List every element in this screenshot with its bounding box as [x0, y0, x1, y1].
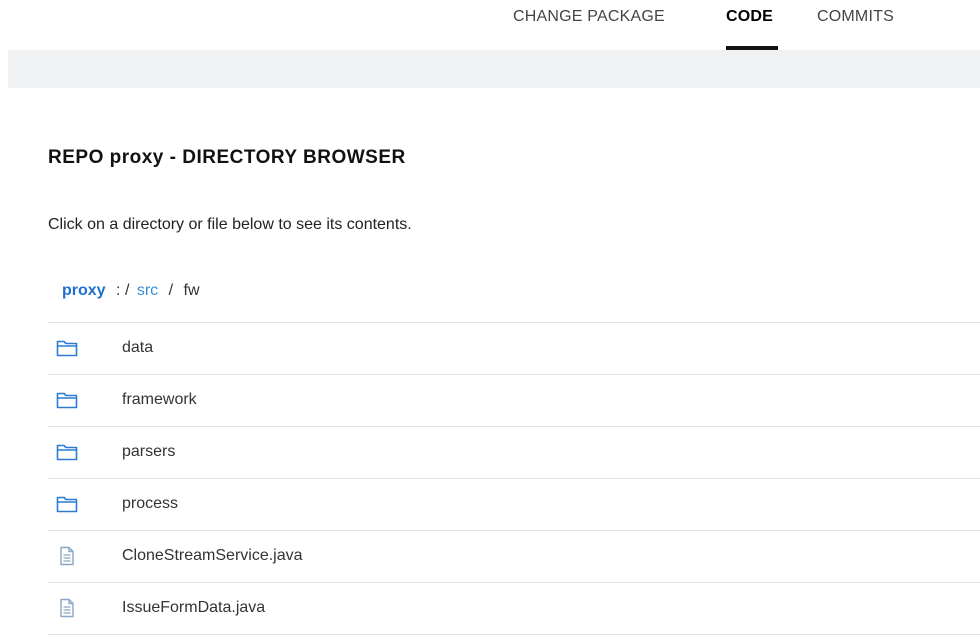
entry-name: process — [122, 495, 179, 512]
list-item-folder[interactable]: data — [48, 323, 980, 375]
instructions-text: Click on a directory or file below to se… — [48, 216, 412, 233]
entry-name: data — [122, 339, 154, 356]
breadcrumb-current-fw: fw — [183, 282, 200, 299]
tab-code[interactable]: CODE — [726, 8, 773, 26]
list-item-folder[interactable]: framework — [48, 375, 980, 427]
breadcrumb: proxy : / src / fw — [62, 282, 200, 300]
file-icon — [60, 546, 74, 566]
list-item-folder[interactable]: parsers — [48, 427, 980, 479]
breadcrumb-root-separator: : — [116, 282, 121, 299]
entry-name: framework — [122, 391, 197, 408]
file-icon — [60, 598, 74, 618]
folder-icon — [56, 444, 78, 461]
folder-icon — [56, 340, 78, 357]
entry-name: IssueFormData.java — [122, 599, 266, 616]
breadcrumb-separator: / — [124, 282, 130, 299]
page-title: REPO proxy - DIRECTORY BROWSER — [48, 147, 406, 168]
toolbar-band — [8, 50, 980, 88]
list-item-folder[interactable]: process — [48, 479, 980, 531]
tab-change-package[interactable]: CHANGE PACKAGE — [513, 8, 665, 26]
entry-name: CloneStreamService.java — [122, 547, 303, 564]
breadcrumb-link-src[interactable]: src — [137, 282, 158, 299]
folder-icon — [56, 496, 78, 513]
breadcrumb-separator: / — [168, 282, 174, 299]
breadcrumb-root-link[interactable]: proxy — [62, 282, 106, 299]
list-item-file[interactable]: CloneStreamService.java — [48, 531, 980, 583]
folder-icon — [56, 392, 78, 409]
tab-commits[interactable]: COMMITS — [817, 8, 894, 26]
directory-listing: data framework parsers process CloneStre… — [48, 322, 980, 635]
tab-bar: CHANGE PACKAGE CODE COMMITS — [0, 0, 980, 50]
list-item-file[interactable]: IssueFormData.java — [48, 583, 980, 635]
entry-name: parsers — [122, 443, 176, 460]
